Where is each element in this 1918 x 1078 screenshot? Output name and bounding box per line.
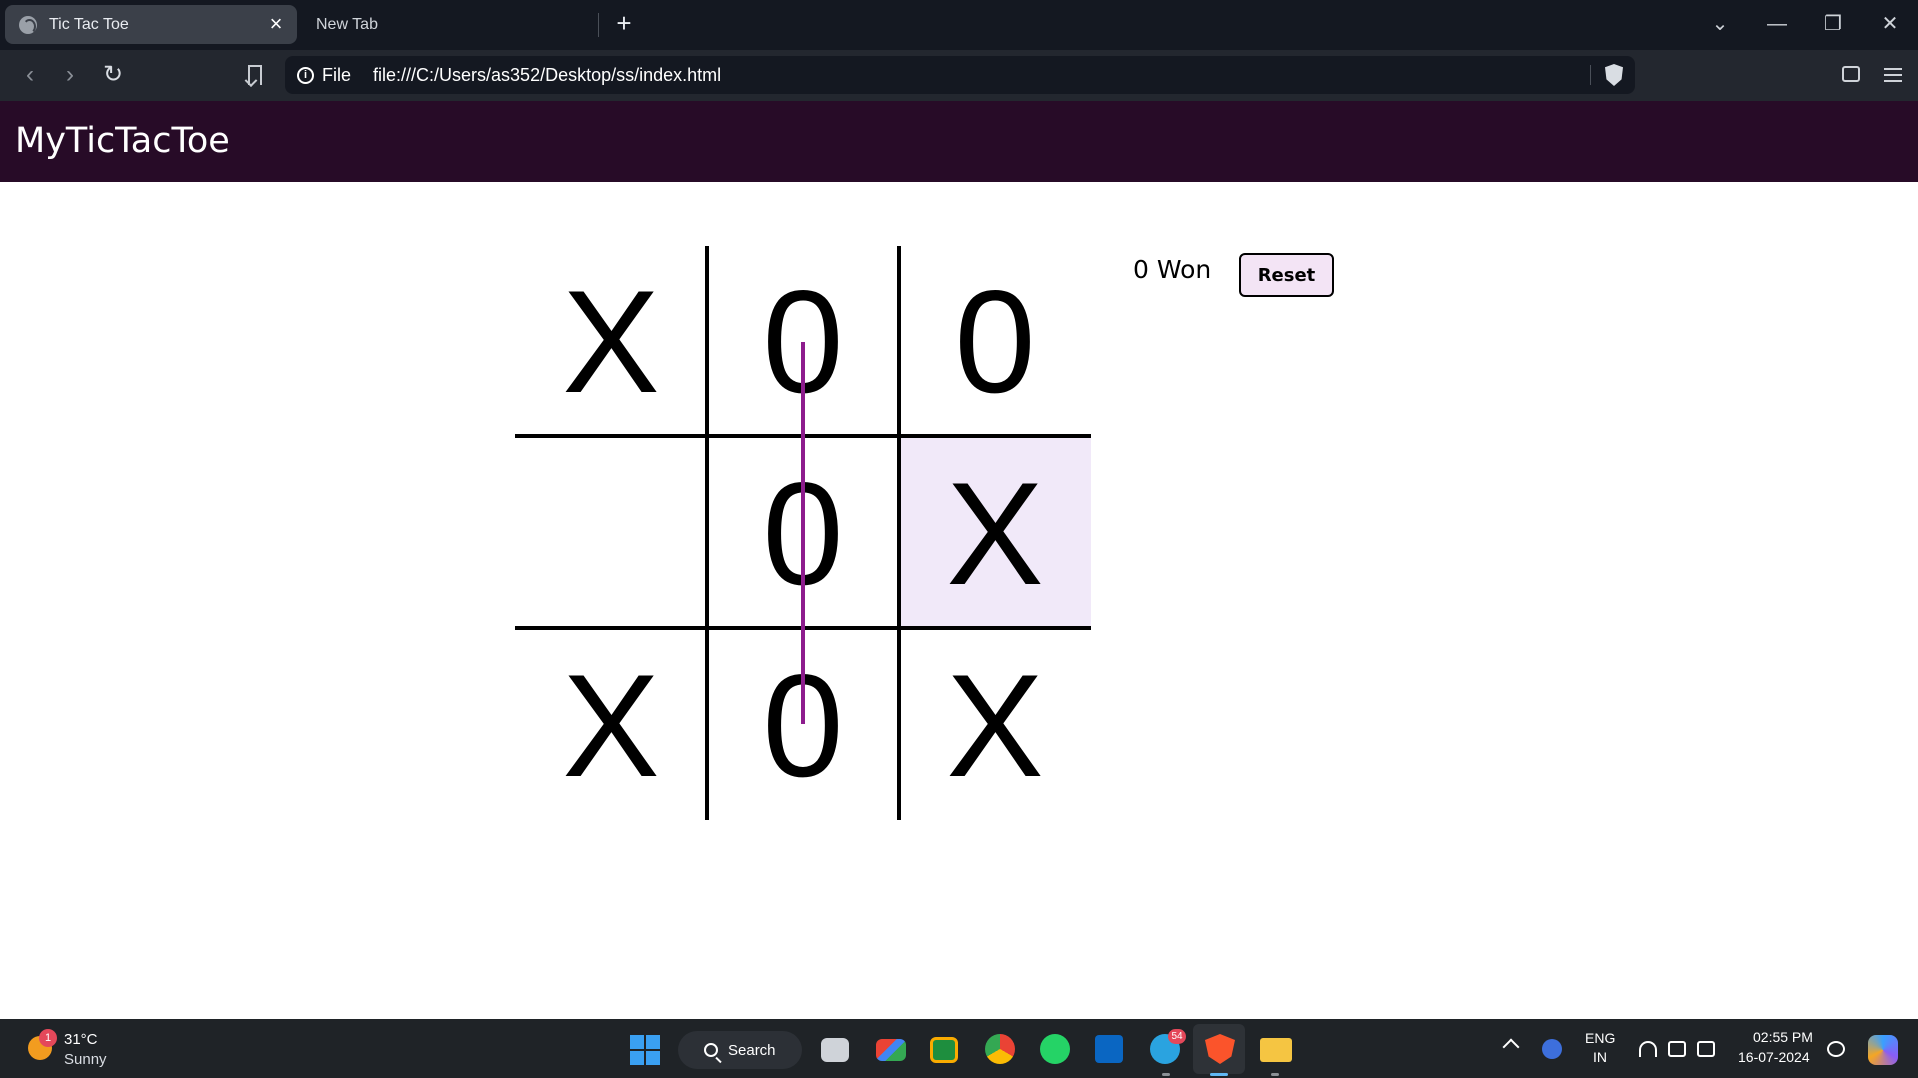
language-indicator[interactable]: ENG bbox=[1585, 1030, 1615, 1046]
page-title: MyTicTacToe bbox=[15, 121, 230, 161]
board-cell-8[interactable]: X bbox=[899, 630, 1091, 822]
file-explorer-icon[interactable] bbox=[1260, 1038, 1292, 1062]
tab-title: Tic Tac Toe bbox=[49, 15, 129, 33]
game-status: 0 Won bbox=[1133, 255, 1212, 284]
tab-title: New Tab bbox=[316, 15, 378, 33]
restore-button[interactable]: ❐ bbox=[1813, 8, 1853, 40]
menu-icon[interactable] bbox=[1884, 64, 1902, 84]
active-app-indicator bbox=[1210, 1073, 1228, 1076]
info-icon[interactable]: i bbox=[297, 66, 314, 84]
wallet-icon[interactable] bbox=[1842, 66, 1860, 82]
chrome-icon[interactable] bbox=[985, 1034, 1015, 1064]
board-cell-6[interactable]: X bbox=[515, 630, 707, 822]
show-hidden-icons-chevron-icon[interactable] bbox=[1502, 1038, 1520, 1056]
battery-icon[interactable] bbox=[1697, 1041, 1715, 1057]
tab-tic-tac-toe[interactable]: Tic Tac Toe × bbox=[5, 5, 297, 44]
browser-toolbar: ‹ › ↻ i File file:///C:/Users/as352/Desk… bbox=[0, 50, 1918, 101]
close-window-button[interactable]: ✕ bbox=[1870, 8, 1910, 40]
game-board: X 0 0 0 X X 0 X bbox=[515, 246, 1091, 820]
task-view-icon[interactable] bbox=[821, 1038, 849, 1062]
linkedin-icon[interactable] bbox=[1095, 1035, 1123, 1063]
running-indicator bbox=[1162, 1073, 1170, 1076]
brave-shield-icon[interactable] bbox=[1605, 64, 1623, 86]
volume-icon[interactable] bbox=[1668, 1041, 1686, 1057]
winning-line bbox=[801, 342, 805, 724]
notification-bell-icon[interactable] bbox=[1827, 1041, 1845, 1057]
clock-time[interactable]: 02:55 PM bbox=[1753, 1029, 1813, 1045]
bookmark-icon[interactable] bbox=[248, 65, 262, 85]
browser-tab-strip: Tic Tac Toe × New Tab + ⌄ — ❐ ✕ bbox=[0, 0, 1918, 50]
forward-button[interactable]: › bbox=[54, 59, 86, 91]
running-indicator bbox=[1271, 1073, 1279, 1076]
search-icon bbox=[704, 1043, 718, 1057]
weather-condition[interactable]: Sunny bbox=[64, 1051, 107, 1068]
whatsapp-icon[interactable] bbox=[1040, 1034, 1070, 1064]
grid-line-vertical bbox=[705, 246, 709, 820]
reload-button[interactable]: ↻ bbox=[97, 59, 129, 91]
new-tab-button[interactable]: + bbox=[610, 9, 638, 37]
back-button[interactable]: ‹ bbox=[14, 59, 46, 91]
reset-button[interactable]: Reset bbox=[1239, 253, 1334, 297]
board-cell-5[interactable]: X bbox=[899, 438, 1091, 630]
taskbar-search-button[interactable]: Search bbox=[678, 1031, 802, 1069]
board-cell-3[interactable] bbox=[515, 438, 707, 630]
address-bar[interactable]: i File file:///C:/Users/as352/Desktop/ss… bbox=[285, 56, 1635, 94]
tab-new-tab[interactable]: New Tab bbox=[302, 5, 598, 44]
windows-start-icon[interactable] bbox=[630, 1035, 660, 1065]
url-text[interactable]: file:///C:/Users/as352/Desktop/ss/index.… bbox=[373, 65, 721, 86]
address-scheme-label: File bbox=[322, 64, 352, 85]
minimize-button[interactable]: — bbox=[1757, 8, 1797, 40]
telegram-unread-badge: 54 bbox=[1168, 1029, 1186, 1044]
region-indicator[interactable]: IN bbox=[1593, 1049, 1607, 1065]
wifi-icon[interactable] bbox=[1639, 1041, 1657, 1057]
tray-app-icon[interactable] bbox=[1542, 1039, 1562, 1059]
board-cell-0[interactable]: X bbox=[515, 246, 707, 438]
google-classroom-icon[interactable] bbox=[930, 1037, 958, 1063]
app-header: MyTicTacToe bbox=[0, 101, 1918, 182]
tab-divider bbox=[598, 13, 599, 37]
search-label: Search bbox=[728, 1041, 776, 1059]
weather-temperature[interactable]: 31°C bbox=[64, 1031, 98, 1048]
clock-date[interactable]: 16-07-2024 bbox=[1738, 1049, 1810, 1065]
address-divider bbox=[1590, 65, 1591, 85]
weather-notification-badge: 1 bbox=[39, 1029, 57, 1047]
gmail-icon[interactable] bbox=[876, 1039, 906, 1061]
windows-taskbar: 1 31°C Sunny Search 54 ENG IN 02:55 PM 1… bbox=[0, 1019, 1918, 1078]
tab-search-chevron-icon[interactable]: ⌄ bbox=[1700, 8, 1740, 40]
board-cell-2[interactable]: 0 bbox=[899, 246, 1091, 438]
copilot-icon[interactable] bbox=[1868, 1035, 1898, 1065]
globe-icon bbox=[19, 15, 37, 34]
grid-line-vertical bbox=[897, 246, 901, 820]
close-tab-icon[interactable]: × bbox=[265, 13, 287, 35]
